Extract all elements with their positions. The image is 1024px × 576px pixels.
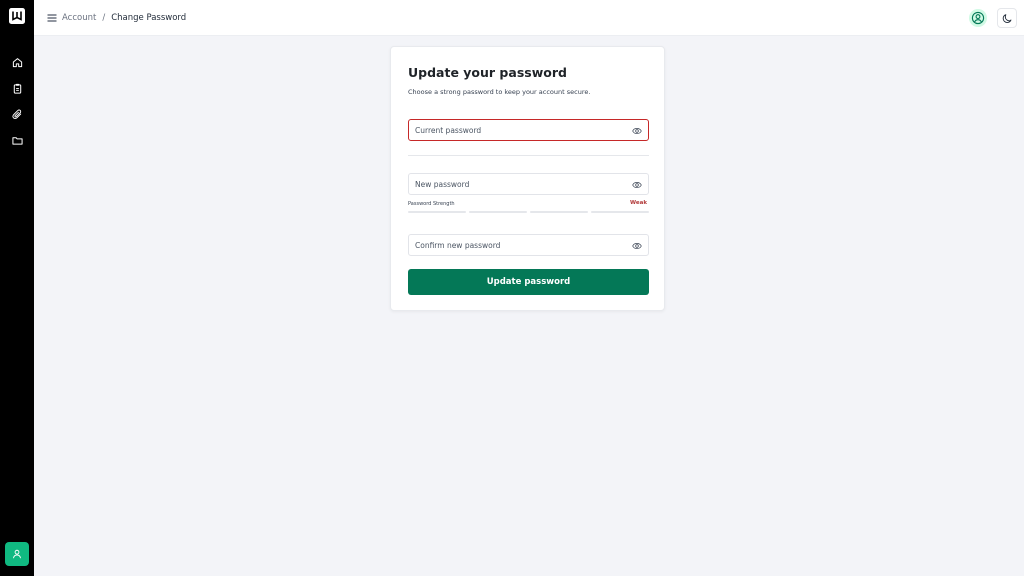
top-header: Account / Change Password — [34, 0, 1024, 36]
card-subtitle: Choose a strong password to keep your ac… — [408, 88, 591, 96]
eye-icon[interactable] — [632, 180, 642, 190]
current-password-input[interactable] — [409, 120, 648, 140]
strength-meter-segment — [530, 211, 588, 213]
new-password-input[interactable] — [409, 174, 648, 194]
confirm-password-field — [408, 234, 649, 256]
sidebar-item-home[interactable] — [10, 55, 24, 69]
eye-icon[interactable] — [632, 126, 642, 136]
strength-meter-segment — [408, 211, 466, 213]
user-icon — [13, 549, 21, 559]
password-strength-value: Weak — [630, 200, 647, 206]
breadcrumb-current: Change Password — [111, 13, 187, 23]
sidebar-item-folders[interactable] — [10, 133, 24, 147]
eye-icon[interactable] — [632, 241, 642, 251]
hamburger-menu-icon[interactable] — [46, 12, 58, 24]
user-circle-icon — [971, 11, 985, 25]
change-password-card: Update your password Choose a strong pas… — [390, 46, 665, 311]
strength-meter-segment — [591, 211, 649, 213]
profile-button[interactable] — [969, 9, 987, 27]
breadcrumb-account-link[interactable]: Account — [62, 13, 96, 23]
folder-icon — [11, 136, 23, 145]
sidebar-item-attachments[interactable] — [10, 107, 24, 121]
password-strength-label: Password Strength — [408, 201, 455, 207]
app-logo-icon[interactable] — [9, 8, 25, 24]
breadcrumb: Account / Change Password — [62, 0, 186, 36]
home-icon — [12, 57, 22, 67]
theme-toggle-button[interactable] — [997, 8, 1017, 28]
strength-meter-segment — [469, 211, 527, 213]
moon-icon — [1002, 13, 1011, 23]
current-password-field — [408, 119, 649, 141]
sidebar-user-button[interactable] — [5, 542, 29, 566]
paperclip-icon — [11, 109, 21, 119]
card-title: Update your password — [408, 65, 567, 80]
breadcrumb-separator: / — [102, 13, 106, 23]
sidebar — [0, 0, 34, 576]
new-password-field — [408, 173, 649, 195]
sidebar-item-clipboard[interactable] — [10, 81, 24, 95]
confirm-password-input[interactable] — [409, 235, 648, 255]
clipboard-icon — [13, 83, 21, 94]
form-divider — [408, 155, 649, 156]
update-password-button[interactable]: Update password — [408, 269, 649, 295]
